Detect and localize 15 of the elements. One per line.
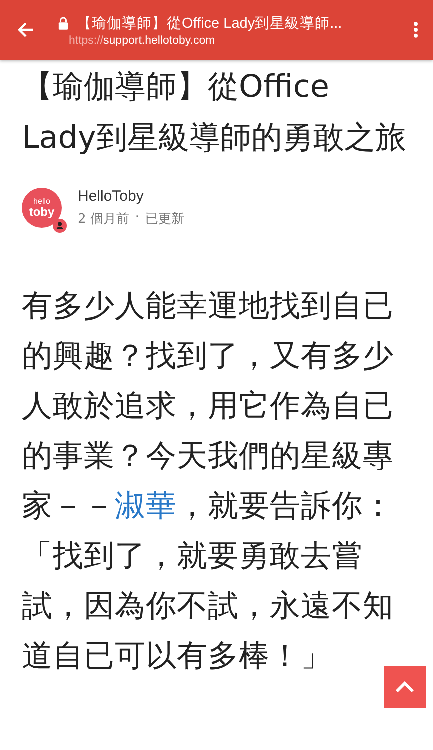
- more-menu-icon[interactable]: [413, 21, 419, 39]
- page-url[interactable]: https://support.hellotoby.com: [69, 34, 413, 46]
- article-paragraph: 有多少人能幸運地找到自已的興趣？找到了，又有多少人敢於追求，用它作為自已的事業？今天我們的星級專家－－淑華，就要告訴你：「找到了，就要勇敢去嘗試，因為你不試，永遠不知道自已可以有多棒！」: [22, 288, 395, 676]
- page-title: 【瑜伽導師】從Office Lady到星級導師...: [77, 14, 344, 32]
- article-title: 【瑜伽導師】從Office Lady到星級導師的勇敢之旅: [22, 68, 408, 158]
- lock-icon: [58, 16, 69, 30]
- expert-link[interactable]: 淑華: [115, 489, 177, 524]
- post-time: 2 個月前: [78, 211, 130, 228]
- scroll-to-top-button[interactable]: [384, 666, 426, 708]
- author-name: HelloToby: [78, 188, 145, 205]
- back-arrow-icon[interactable]: [16, 20, 36, 40]
- separator-dot: ·: [135, 210, 140, 227]
- person-badge-icon: [53, 219, 67, 233]
- chevron-up-icon: [395, 681, 415, 693]
- updated-label: 已更新: [146, 211, 185, 228]
